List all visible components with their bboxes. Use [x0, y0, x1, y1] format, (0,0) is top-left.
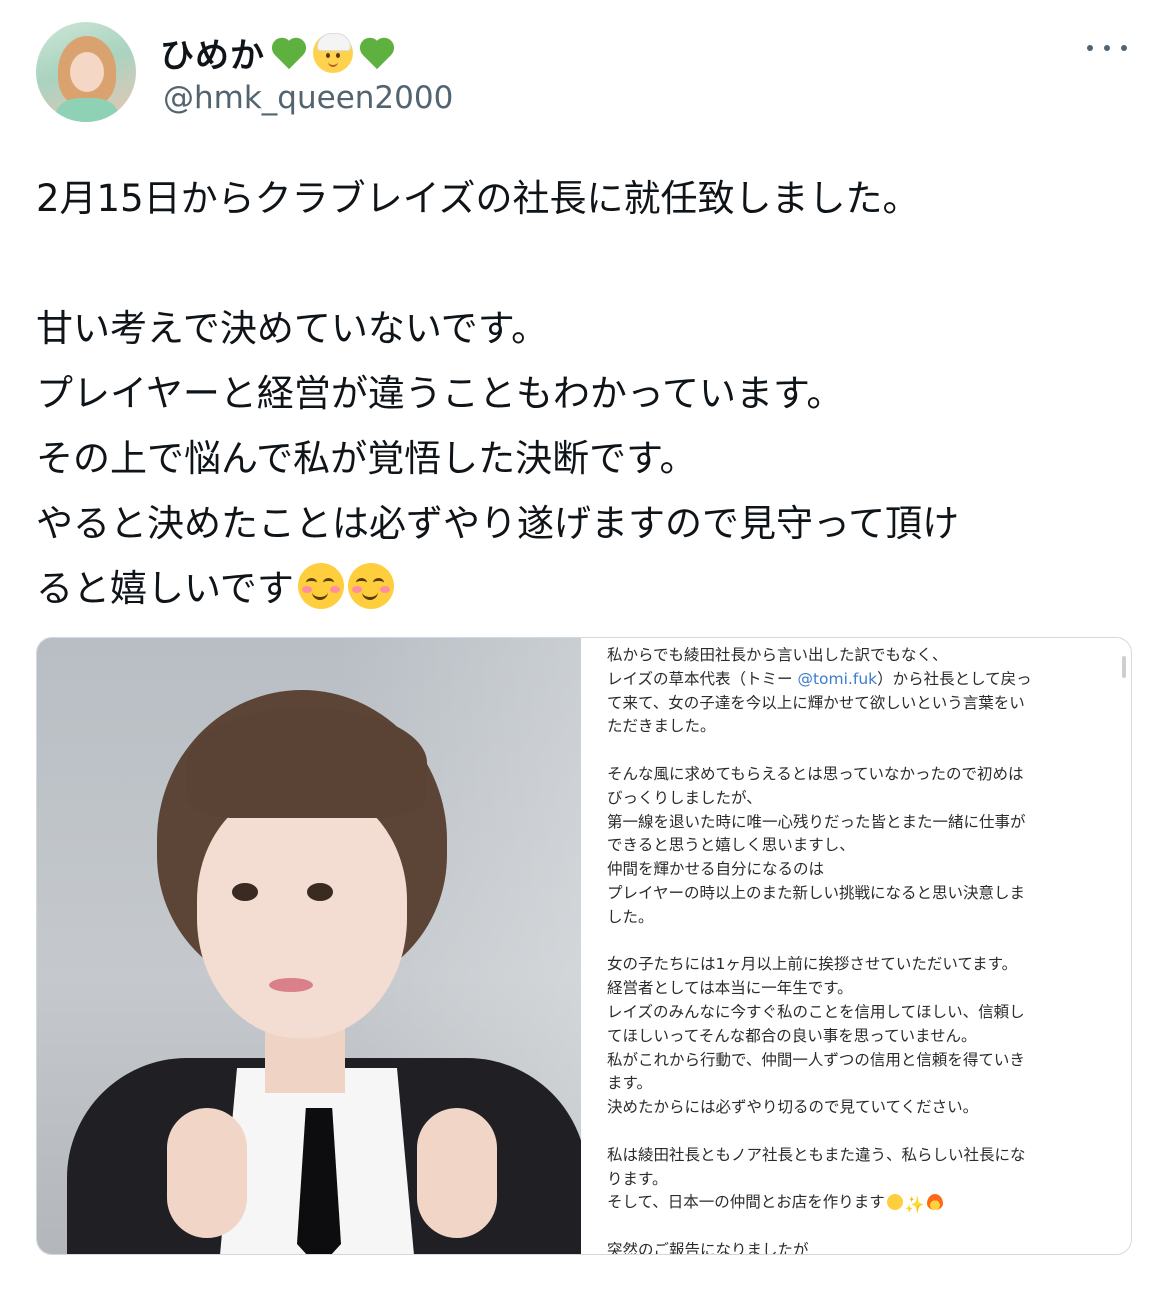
note-line: てほしいってそんな都合の良い事を思っていません。 [607, 1026, 977, 1045]
tweet-line: プレイヤーと経営が違うこともわかっています。 [36, 372, 844, 415]
tweet-media[interactable]: 私からでも綾田社長から言い出した訳でもなく、 レイズの草本代表（トミー @tom… [36, 637, 1132, 1255]
avatar-body [56, 98, 118, 122]
note-line: 決めたからには必ずやり切るので見ていてください。 [607, 1098, 979, 1117]
tweet-line: 2月15日からクラブレイズの社長に就任致しました。 [36, 177, 920, 220]
avatar[interactable] [36, 22, 136, 122]
note-line: 私は綾田社長ともノア社長ともまた違う、私らしい社長にな [607, 1145, 1026, 1164]
note-line: 突然のご報告になりましたが [607, 1240, 809, 1255]
note-line [607, 739, 1107, 763]
note-line: そして、日本一の仲間とお店を作ります ✨ [607, 1191, 1107, 1215]
note-line: できると思うと嬉しく思いますし、 [607, 836, 855, 855]
media-photo[interactable] [37, 638, 581, 1254]
user-name-row[interactable]: ひめか [160, 28, 397, 77]
note-line: した。 [607, 907, 654, 926]
note-line: 仲間を輝かせる自分になるのは [607, 860, 825, 879]
note-line [607, 1215, 1107, 1239]
tweet-line: やると決めたことは必ずやり遂げますので見守って頂け [36, 502, 960, 545]
note-line: 第一線を退いた時に唯一心残りだった皆とまた一緒に仕事が [607, 812, 1026, 831]
note-line [607, 930, 1107, 954]
media-note-screenshot[interactable]: 私からでも綾田社長から言い出した訳でもなく、 レイズの草本代表（トミー @tom… [581, 638, 1131, 1254]
note-line: ただきました。 [607, 717, 716, 736]
note-line: 女の子たちには1ヶ月以上前に挨拶させていただいてます。 [607, 955, 1018, 974]
green-heart-icon [269, 33, 309, 73]
note-line [607, 1120, 1107, 1144]
note-line: ます。 [607, 1074, 652, 1093]
note-line: 経営者としては本当に一年生です。 [607, 979, 853, 998]
tweet-line: その上で悩んで私が覚悟した決断です。 [36, 437, 697, 480]
note-line: て来て、女の子達を今以上に輝かせて欲しいという言葉をい [607, 693, 1025, 712]
avatar-face [70, 52, 104, 92]
smiling-face-icon [886, 1194, 903, 1211]
note-line: ります。 [607, 1169, 668, 1188]
mention-link[interactable]: @tomi.fuk [797, 670, 877, 688]
more-options-icon[interactable] [1087, 40, 1127, 56]
tweet-text: 2月15日からクラブレイズの社長に就任致しました。 甘い考えで決めていないです。… [36, 166, 1136, 621]
note-scrollbar[interactable] [1122, 656, 1126, 678]
note-line: びっくりしましたが、 [607, 788, 762, 807]
note-line: レイズのみんなに今すぐ私のことを信用してほしい、信頼し [607, 1002, 1025, 1021]
note-text: 私からでも綾田社長から言い出した訳でもなく、 レイズの草本代表（トミー @tom… [607, 644, 1107, 1255]
note-line: そんな風に求めてもらえるとは思っていなかったので初めは [607, 764, 1024, 783]
green-heart-icon [357, 33, 397, 73]
tweet-line: ると嬉しいです [36, 567, 294, 610]
note-line: 私からでも綾田社長から言い出した訳でもなく、 [607, 646, 948, 664]
sparkles-icon: ✨ [904, 1195, 925, 1215]
tweet-line: 甘い考えで決めていないです。 [36, 307, 549, 350]
user-handle[interactable]: @hmk_queen2000 [163, 80, 453, 116]
tweet-last-line: ると嬉しいです [36, 556, 1136, 621]
note-line: レイズの草本代表（トミー @tomi.fuk）から社長として戻っ [607, 669, 1032, 688]
note-line: プレイヤーの時以上のまた新しい挑戦になると思い決意しま [607, 883, 1026, 902]
display-name[interactable]: ひめか [160, 28, 265, 77]
smiling-face-with-smiling-eyes-icon [347, 563, 394, 609]
fire-icon [926, 1194, 943, 1211]
note-line: 私がこれから行動で、仲間一人ずつの信用と信頼を得ていき [607, 1050, 1025, 1069]
tweet-line [36, 231, 1136, 296]
bride-with-veil-icon [313, 32, 353, 73]
smiling-face-with-smiling-eyes-icon [297, 563, 344, 609]
